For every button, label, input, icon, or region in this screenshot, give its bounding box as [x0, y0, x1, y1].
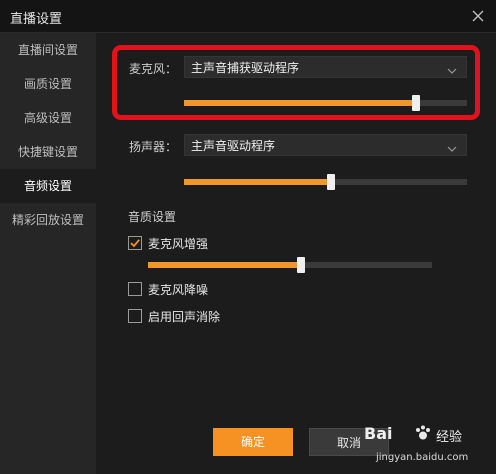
microphone-volume-thumb[interactable] [412, 95, 421, 111]
audio-settings-panel: 麦克风： 主声音捕获驱动程序 扬声器： 主声音驱动程序 音质设置 麦克风增强 麦… [96, 33, 496, 474]
speaker-device-value: 主声音驱动程序 [191, 139, 276, 153]
watermark-text: 经验 [436, 430, 463, 445]
paw-icon [414, 424, 432, 442]
watermark: Bai 经验 jingyan.baidu.com [356, 424, 496, 474]
title-bar: 直播设置 [0, 0, 496, 33]
sidebar-item-audio[interactable]: 音频设置 [0, 169, 96, 203]
sidebar-item-room-settings[interactable]: 直播间设置 [0, 33, 96, 67]
mic-boost-checkbox[interactable] [128, 236, 142, 250]
noise-reduction-label[interactable]: 麦克风降噪 [148, 281, 208, 298]
watermark-logo: Bai [364, 424, 393, 443]
speaker-volume-fill [184, 179, 332, 185]
speaker-volume-slider[interactable] [184, 174, 467, 190]
chevron-down-icon [446, 140, 458, 152]
watermark-url: jingyan.baidu.com [376, 452, 469, 463]
speaker-volume-thumb[interactable] [327, 174, 336, 190]
microphone-label: 麦克风： [129, 62, 178, 76]
ok-button[interactable]: 确定 [213, 428, 293, 456]
audio-quality-title: 音质设置 [128, 210, 177, 224]
mic-boost-fill [148, 262, 302, 268]
checkmark-icon [130, 239, 140, 248]
echo-cancel-label[interactable]: 启用回声消除 [148, 308, 220, 325]
window-title: 直播设置 [10, 12, 63, 27]
microphone-device-select[interactable]: 主声音捕获驱动程序 [184, 56, 467, 78]
noise-reduction-checkbox[interactable] [128, 282, 142, 296]
speaker-device-select[interactable]: 主声音驱动程序 [184, 134, 467, 156]
settings-sidebar: 直播间设置 画质设置 高级设置 快捷键设置 音频设置 精彩回放设置 [0, 33, 96, 474]
sidebar-item-hotkeys[interactable]: 快捷键设置 [0, 135, 96, 169]
sidebar-item-video-quality[interactable]: 画质设置 [0, 67, 96, 101]
microphone-volume-slider[interactable] [184, 95, 467, 111]
speaker-label: 扬声器： [129, 140, 178, 154]
mic-boost-slider[interactable] [148, 257, 432, 273]
echo-cancel-checkbox[interactable] [128, 309, 142, 323]
mic-boost-thumb[interactable] [297, 257, 306, 273]
sidebar-item-highlights[interactable]: 精彩回放设置 [0, 203, 96, 237]
microphone-device-value: 主声音捕获驱动程序 [191, 61, 300, 75]
mic-boost-label[interactable]: 麦克风增强 [148, 235, 208, 252]
microphone-volume-fill [184, 100, 417, 106]
chevron-down-icon [446, 62, 458, 74]
close-icon[interactable] [468, 6, 488, 26]
sidebar-item-advanced[interactable]: 高级设置 [0, 101, 96, 135]
